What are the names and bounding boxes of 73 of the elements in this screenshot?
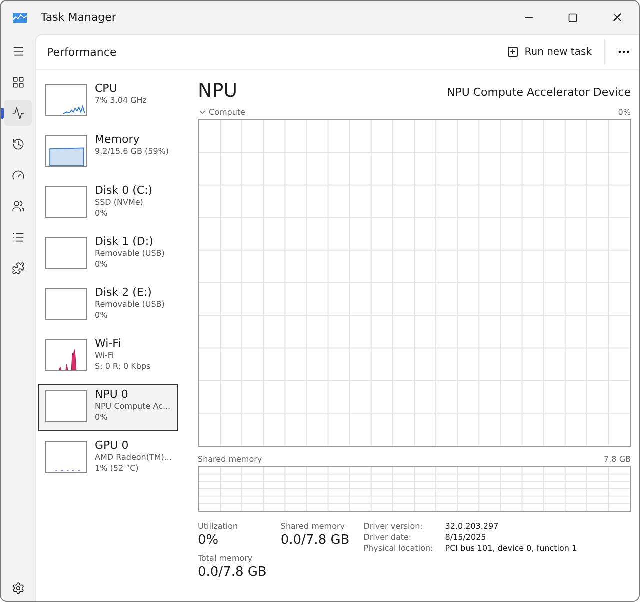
graph-max: 7.8 GB: [604, 455, 631, 464]
device-item[interactable]: GPU 0 AMD Radeon(TM)... 1% (52 °C): [38, 435, 178, 482]
gauge-icon: [12, 168, 24, 182]
stat-label: Utilization: [198, 522, 240, 531]
device-name: GPU 0: [95, 439, 130, 452]
device-value: 0%: [95, 412, 109, 423]
device-detail: Removable (USB): [95, 299, 165, 310]
stat-label: Total memory: [198, 554, 254, 563]
graph-max: 0%: [618, 108, 631, 117]
settings-icon[interactable]: [12, 582, 24, 595]
device-value: 0%: [95, 259, 109, 270]
usage-graph-thumbnail: [45, 441, 87, 473]
info-label: Physical location:: [364, 544, 434, 553]
close-icon: [610, 11, 624, 24]
stat-value: 0.0/7.8 GB: [198, 565, 267, 580]
device-title: NPU: [198, 80, 238, 102]
device-name: Disk 2 (E:): [95, 286, 153, 299]
grid-icon: [12, 76, 24, 88]
device-item[interactable]: NPU 0 NPU Compute Ac... 0%: [38, 384, 178, 431]
device-detail: Wi-Fi: [95, 350, 116, 361]
device-name: Memory: [95, 133, 141, 146]
device-item[interactable]: Memory 9.2/15.6 GB (59%): [38, 129, 178, 176]
device-detail: AMD Radeon(TM)...: [95, 452, 172, 463]
usage-graph-thumbnail: [45, 84, 87, 116]
history-icon: [12, 138, 24, 150]
usage-graph-thumbnail: [45, 288, 87, 320]
device-detail: 7% 3.04 GHz: [95, 95, 148, 106]
graph-label: Compute: [209, 108, 246, 117]
info-value: PCI bus 101, device 0, function 1: [445, 544, 578, 553]
device-detail: Removable (USB): [95, 248, 165, 259]
usage-graph-thumbnail: [45, 135, 87, 167]
pulse-icon: [12, 106, 24, 120]
chevron-icon: [198, 108, 207, 117]
new-task-icon: [506, 46, 519, 58]
device-item[interactable]: Wi-Fi Wi-Fi S: 0 R: 0 Kbps: [38, 333, 178, 380]
device-name: NPU 0: [95, 388, 130, 401]
usage-graph-thumbnail: [45, 237, 87, 269]
device-item[interactable]: Disk 2 (E:) Removable (USB) 0%: [38, 282, 178, 329]
device-full-name: NPU Compute Accelerator Device: [446, 86, 631, 99]
device-name: Wi-Fi: [95, 337, 122, 350]
run-new-task-button[interactable]: Run new task: [498, 42, 600, 62]
device-item[interactable]: CPU 7% 3.04 GHz: [38, 78, 178, 125]
device-name: Disk 1 (D:): [95, 235, 154, 248]
puzzle-icon: [12, 262, 24, 274]
stat-value: 0%: [198, 533, 220, 548]
device-item[interactable]: Disk 0 (C:) SSD (NVMe) 0%: [38, 180, 178, 227]
graph-label: Shared memory: [198, 455, 262, 464]
info-label: Driver date:: [364, 533, 413, 542]
device-name: Disk 0 (C:): [95, 184, 153, 197]
device-detail: SSD (NVMe): [95, 197, 144, 208]
users-icon: [12, 200, 24, 212]
usage-graph-thumbnail: [45, 186, 87, 218]
info-label: Driver version:: [364, 522, 424, 531]
usage-graph-thumbnail: [45, 339, 87, 371]
stat-label: Shared memory: [280, 522, 346, 531]
app-logo-icon: [13, 12, 27, 22]
device-detail: 9.2/15.6 GB (59%): [95, 146, 170, 157]
device-value: 0%: [95, 208, 109, 219]
maximize-icon: [568, 12, 578, 22]
device-detail: NPU Compute Ac...: [95, 401, 171, 412]
usage-graph-thumbnail: [45, 390, 87, 422]
nav-button[interactable]: [4, 100, 32, 126]
device-item[interactable]: Disk 1 (D:) Removable (USB) 0%: [38, 231, 178, 278]
stat-value: 0.0/7.8 GB: [280, 533, 350, 548]
device-value: 1% (52 °C): [95, 463, 140, 474]
window-title: Task Manager: [41, 11, 118, 24]
device-value: 0%: [95, 310, 109, 321]
page-title: Performance: [47, 46, 118, 58]
info-value: 8/15/2025: [445, 533, 488, 542]
info-value: 32.0.203.297: [445, 522, 500, 531]
device-value: S: 0 R: 0 Kbps: [95, 361, 151, 372]
device-name: CPU: [95, 82, 118, 95]
menu-icon: [12, 44, 24, 58]
